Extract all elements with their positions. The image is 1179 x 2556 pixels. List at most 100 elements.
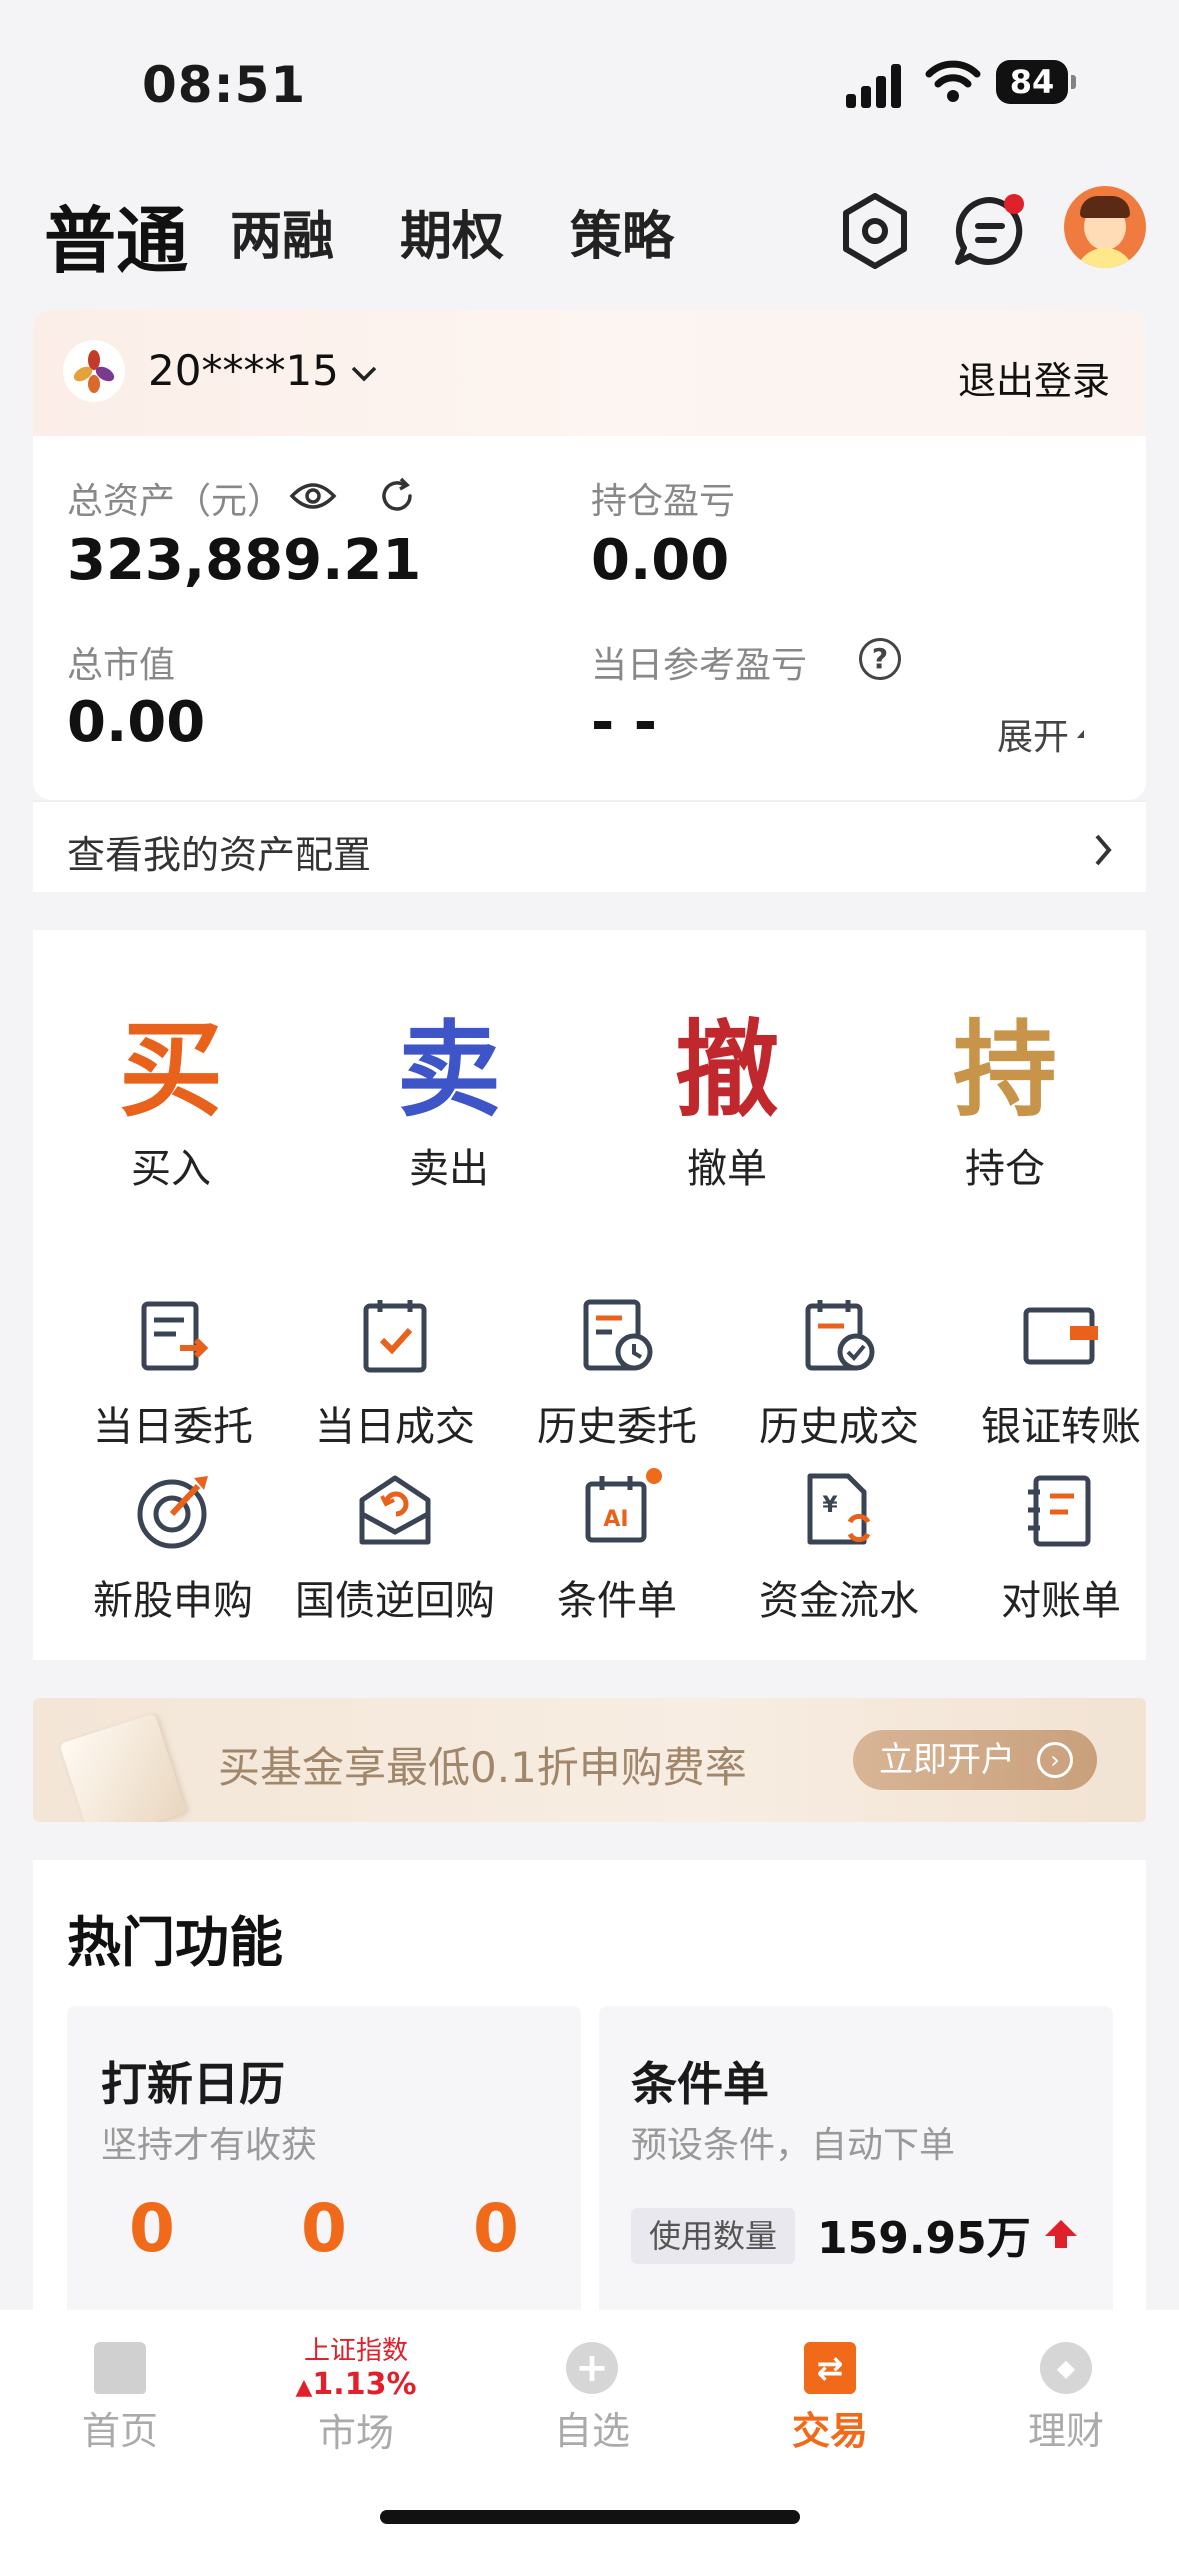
account-card: 20****15 退出登录 总资产（元） 323,889.21 持仓盈亏 0.0… bbox=[33, 310, 1146, 800]
reverse-repo-button[interactable]: 国债逆回购 bbox=[285, 1466, 505, 1626]
wifi-icon bbox=[925, 60, 981, 102]
today-deals-label: 当日成交 bbox=[315, 1404, 475, 1450]
order-doc-arrow-icon bbox=[141, 1301, 209, 1371]
target-dart-icon bbox=[137, 1476, 208, 1549]
logout-button[interactable]: 退出登录 bbox=[958, 350, 1110, 405]
history-deals-button[interactable]: 历史成交 bbox=[729, 1292, 949, 1452]
asset-allocation-link[interactable]: 查看我的资产配置 bbox=[33, 800, 1146, 892]
fund-flow-label: 资金流水 bbox=[759, 1578, 919, 1624]
nav-home[interactable]: 首页 bbox=[30, 2330, 210, 2455]
cancel-label: 撤单 bbox=[687, 1146, 767, 1192]
home-indicator[interactable] bbox=[380, 2510, 800, 2524]
daily-pnl-value: - - bbox=[591, 690, 657, 755]
history-deal-check-icon bbox=[805, 1300, 875, 1371]
usage-count-label: 使用数量 bbox=[631, 2208, 796, 2264]
signal-icon bbox=[846, 64, 906, 108]
total-assets-value: 323,889.21 bbox=[67, 528, 422, 593]
tab-options[interactable]: 期权 bbox=[400, 194, 504, 269]
market-index-name: 上证指数 bbox=[303, 2336, 408, 2366]
broker-logo-icon bbox=[63, 340, 125, 402]
nav-trade[interactable]: ⇄ 交易 bbox=[740, 2330, 920, 2455]
promo-banner[interactable]: 买基金享最低0.1折申购费率 立即开户 › bbox=[33, 1698, 1146, 1822]
tab-margin[interactable]: 两融 bbox=[230, 194, 334, 269]
statement-label: 对账单 bbox=[1001, 1578, 1121, 1624]
tab-strategy[interactable]: 策略 bbox=[570, 194, 674, 269]
sell-glyph-icon: 卖 bbox=[396, 1009, 501, 1131]
settings-hexagon-icon[interactable] bbox=[840, 192, 910, 270]
statement-button[interactable]: 对账单 bbox=[951, 1466, 1171, 1626]
svg-text:AI: AI bbox=[603, 1507, 628, 1532]
plus-circle-icon: + bbox=[566, 2342, 618, 2394]
tab-normal[interactable]: 普通 bbox=[44, 182, 188, 287]
cancel-order-button[interactable]: 撤 撤单 bbox=[637, 1010, 817, 1194]
nav-watchlist[interactable]: + 自选 bbox=[502, 2330, 682, 2455]
yuan-flow-icon: ¥ bbox=[807, 1473, 871, 1545]
trade-swap-icon: ⇄ bbox=[804, 2342, 856, 2394]
history-deals-label: 历史成交 bbox=[759, 1404, 919, 1450]
conditional-order-card[interactable]: 条件单 预设条件，自动下单 使用数量 159.95万 bbox=[599, 2006, 1113, 2326]
total-assets-label: 总资产（元） bbox=[67, 481, 284, 522]
hot-features-section: 热门功能 打新日历 坚持才有收获 0 0 0 条件单 预设条件，自动下单 使用数… bbox=[33, 1860, 1146, 2326]
conditional-card-subtitle: 预设条件，自动下单 bbox=[631, 2125, 956, 2166]
conditional-order-button[interactable]: AI 条件单 bbox=[507, 1466, 727, 1626]
nav-market-label: 市场 bbox=[317, 2411, 394, 2455]
daily-pnl-label: 当日参考盈亏 bbox=[591, 645, 808, 686]
status-bar: 08:51 84 bbox=[0, 0, 1179, 170]
ai-calendar-icon: AI bbox=[585, 1468, 662, 1543]
battery-indicator: 84 bbox=[996, 60, 1076, 104]
nav-wealth[interactable]: ◆ 理财 bbox=[976, 2330, 1156, 2455]
usage-count-value: 159.95万 bbox=[817, 2213, 1031, 2264]
refresh-icon[interactable] bbox=[377, 476, 417, 516]
sell-label: 卖出 bbox=[409, 1146, 489, 1192]
ipo-subscribe-label: 新股申购 bbox=[93, 1578, 253, 1624]
svg-text:¥: ¥ bbox=[822, 1493, 838, 1518]
today-orders-button[interactable]: 当日委托 bbox=[63, 1292, 283, 1452]
envelope-return-icon bbox=[359, 1475, 431, 1545]
market-value-label: 总市值 bbox=[67, 645, 176, 686]
asset-allocation-label: 查看我的资产配置 bbox=[67, 833, 372, 877]
fund-flow-button[interactable]: ¥ 资金流水 bbox=[729, 1466, 949, 1626]
ipo-count-3: 0 bbox=[473, 2190, 519, 2267]
expand-button[interactable]: 展开 bbox=[997, 708, 1069, 760]
bank-transfer-button[interactable]: 银证转账 bbox=[951, 1292, 1171, 1452]
ipo-count-2: 0 bbox=[301, 2190, 347, 2267]
trade-actions-panel: 买 买入 卖 卖出 撤 撤单 持 持仓 当日委托 当日成交 历史委托 历史成交 … bbox=[33, 930, 1146, 1660]
holding-pnl-label: 持仓盈亏 bbox=[591, 481, 736, 522]
sell-button[interactable]: 卖 卖出 bbox=[359, 1010, 539, 1194]
nav-market[interactable]: 上证指数 ▲1.13% 市场 bbox=[266, 2330, 446, 2457]
nav-watchlist-label: 自选 bbox=[553, 2409, 630, 2453]
positions-button[interactable]: 持 持仓 bbox=[915, 1010, 1095, 1194]
account-id[interactable]: 20****15 bbox=[148, 346, 339, 395]
message-icon[interactable] bbox=[952, 192, 1032, 270]
open-account-button[interactable]: 立即开户 › bbox=[853, 1730, 1097, 1790]
caret-up-icon bbox=[1077, 730, 1084, 738]
deal-doc-check-icon bbox=[363, 1300, 427, 1373]
promo-text: 买基金享最低0.1折申购费率 bbox=[218, 1743, 747, 1792]
history-order-clock-icon bbox=[583, 1299, 653, 1371]
ipo-count-1: 0 bbox=[129, 2190, 175, 2267]
help-icon[interactable]: ? bbox=[859, 638, 901, 680]
chevron-right-icon bbox=[1095, 834, 1112, 866]
ipo-calendar-title: 打新日历 bbox=[101, 2057, 285, 2111]
history-orders-button[interactable]: 历史委托 bbox=[507, 1292, 727, 1452]
ipo-subscribe-button[interactable]: 新股申购 bbox=[63, 1466, 283, 1626]
market-value-value: 0.00 bbox=[67, 690, 206, 755]
holding-pnl-value: 0.00 bbox=[591, 528, 730, 593]
eye-icon[interactable] bbox=[289, 480, 337, 512]
open-account-label: 立即开户 bbox=[879, 1740, 1015, 1780]
chevron-down-icon[interactable] bbox=[349, 364, 379, 384]
cancel-glyph-icon: 撤 bbox=[674, 1009, 779, 1131]
promo-card-illustration bbox=[59, 1713, 187, 1822]
nav-wealth-label: 理财 bbox=[1027, 2409, 1104, 2453]
nav-trade-label: 交易 bbox=[791, 2409, 868, 2453]
history-orders-label: 历史委托 bbox=[537, 1404, 697, 1450]
today-orders-label: 当日委托 bbox=[93, 1404, 253, 1450]
avatar[interactable] bbox=[1064, 186, 1146, 268]
buy-button[interactable]: 买 买入 bbox=[81, 1010, 261, 1194]
positions-label: 持仓 bbox=[965, 1146, 1045, 1192]
ipo-calendar-card[interactable]: 打新日历 坚持才有收获 0 0 0 bbox=[67, 2006, 581, 2326]
bank-transfer-label: 银证转账 bbox=[981, 1404, 1141, 1450]
today-deals-button[interactable]: 当日成交 bbox=[285, 1292, 505, 1452]
triangle-up-icon: ▲ bbox=[295, 2375, 313, 2400]
ipo-calendar-subtitle: 坚持才有收获 bbox=[101, 2125, 318, 2166]
